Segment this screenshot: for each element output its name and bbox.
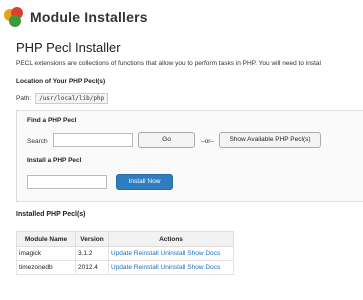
module-actions: Update Reinstall Uninstall Show Docs (108, 260, 234, 275)
location-heading: Location of Your PHP Pecl(s) (16, 78, 106, 85)
column-header: Actions (108, 231, 234, 247)
find-heading: Find a PHP Pecl (27, 117, 77, 124)
go-button[interactable]: Go (138, 132, 195, 148)
table-row: timezonedb 2012.4 Update Reinstall Unins… (16, 260, 234, 275)
show-docs-link[interactable]: Show Docs (187, 264, 220, 271)
page-title: PHP Pecl Installer (16, 40, 121, 55)
search-label: Search (27, 138, 48, 145)
update-link[interactable]: Update (111, 264, 132, 271)
path-row: Path: /usr/local/lib/php (16, 93, 109, 104)
module-actions: Update Reinstall Uninstall Show Docs (108, 246, 234, 261)
module-name: timezonedb (16, 260, 76, 275)
install-input[interactable] (27, 175, 107, 189)
search-input[interactable] (53, 133, 133, 147)
show-docs-link[interactable]: Show Docs (187, 250, 220, 257)
show-available-button[interactable]: Show Available PHP Pecl(s) (219, 132, 321, 148)
intro-text: PECL extensions are collections of funct… (16, 60, 321, 67)
module-installers-icon (4, 7, 24, 27)
module-name: imagick (16, 246, 76, 261)
column-header: Module Name (16, 231, 76, 247)
or-separator: –or– (201, 138, 215, 145)
table-header-row: Module Name Version Actions (16, 231, 234, 247)
reinstall-link[interactable]: Reinstall (134, 264, 159, 271)
table-row: imagick 3.1.2 Update Reinstall Uninstall… (16, 246, 234, 261)
update-link[interactable]: Update (111, 250, 132, 257)
header-title: Module Installers (30, 9, 148, 25)
module-version: 3.1.2 (75, 246, 109, 261)
module-version: 2012.4 (75, 260, 109, 275)
reinstall-link[interactable]: Reinstall (134, 250, 159, 257)
uninstall-link[interactable]: Uninstall (161, 250, 186, 257)
install-heading: Install a PHP Pecl (27, 157, 82, 164)
installed-heading: Installed PHP Pecl(s) (16, 211, 86, 218)
uninstall-link[interactable]: Uninstall (161, 264, 186, 271)
page-header: Module Installers (4, 6, 148, 28)
install-now-button[interactable]: Install Now (116, 174, 173, 190)
find-install-panel: Find a PHP Pecl Search Go –or– Show Avai… (16, 110, 363, 202)
path-label: Path: (16, 95, 32, 102)
path-value: /usr/local/lib/php (35, 93, 109, 104)
installed-table: Module Name Version Actions imagick 3.1.… (16, 231, 234, 275)
column-header: Version (75, 231, 109, 247)
